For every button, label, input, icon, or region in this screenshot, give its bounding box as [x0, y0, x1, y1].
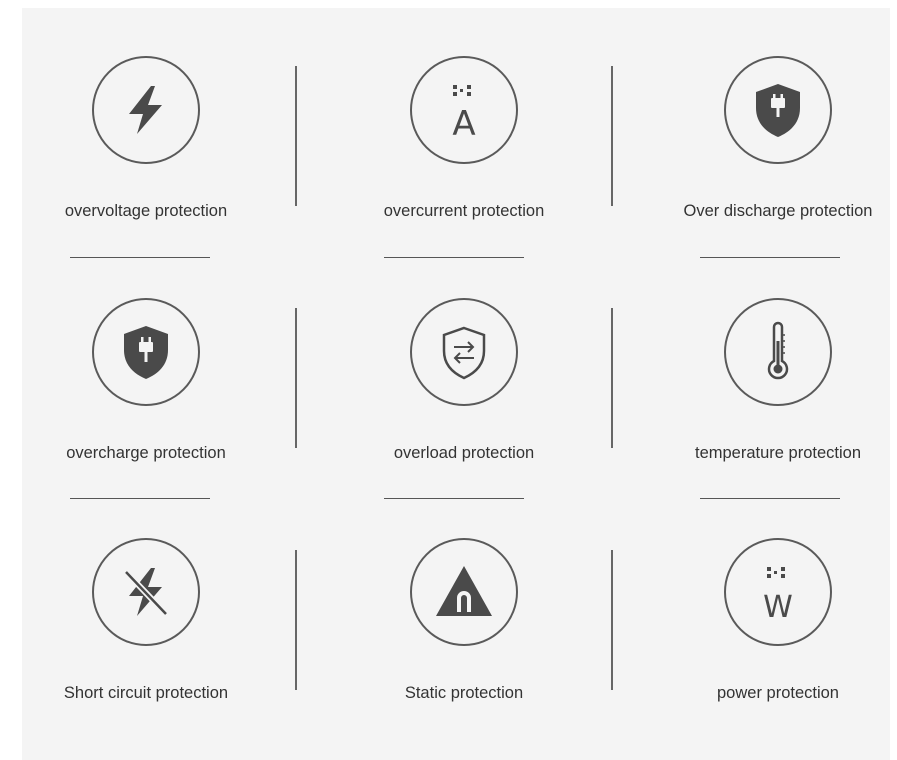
- column-divider: [611, 308, 613, 448]
- feature-label: overcharge protection: [66, 444, 226, 462]
- row-divider: [70, 257, 210, 258]
- feature-temperature: temperature protection: [638, 298, 897, 463]
- row-divider: [70, 498, 210, 499]
- lightning-bolt-icon: [129, 86, 162, 134]
- row-divider: [384, 257, 524, 258]
- thermometer-icon: [767, 321, 789, 380]
- watt-glyph: W: [763, 590, 793, 625]
- feature-overload: overload protection: [324, 298, 604, 463]
- watt-icon: W: [763, 567, 793, 625]
- overload-icon-circle: [410, 298, 518, 406]
- feature-overvoltage: overvoltage protection: [6, 56, 286, 221]
- ampere-icon: A: [452, 85, 476, 144]
- shield-plug-icon: [756, 84, 800, 137]
- feature-power: W power protection: [638, 538, 897, 703]
- feature-over-discharge: Over discharge protection: [638, 56, 897, 221]
- triangle-magnet-icon: [436, 566, 492, 616]
- feature-overcurrent: A overcurrent protection: [324, 56, 604, 221]
- row-divider: [700, 498, 840, 499]
- feature-label: temperature protection: [694, 444, 861, 462]
- over-discharge-icon-circle: [724, 56, 832, 164]
- column-divider: [611, 66, 613, 206]
- short-circuit-icon-circle: [92, 538, 200, 646]
- feature-label: overcurrent protection: [383, 202, 545, 220]
- ampere-glyph: A: [452, 104, 475, 144]
- feature-overcharge: overcharge protection: [6, 298, 286, 463]
- crossed-lightning-icon: [123, 568, 169, 617]
- feature-short-circuit: Short circuit protection: [6, 538, 286, 703]
- shield-arrows-icon: [442, 326, 486, 380]
- power-icon-circle: W: [724, 538, 832, 646]
- feature-static: Static protection: [324, 538, 604, 703]
- overcharge-icon-circle: [92, 298, 200, 406]
- shield-plug-icon: [124, 326, 168, 379]
- feature-label: Over discharge protection: [683, 202, 873, 220]
- feature-label: overvoltage protection: [64, 202, 228, 220]
- column-divider: [295, 550, 297, 690]
- temperature-icon-circle: [724, 298, 832, 406]
- row-divider: [384, 498, 524, 499]
- feature-label: Static protection: [404, 684, 524, 702]
- overvoltage-icon-circle: [92, 56, 200, 164]
- column-divider: [295, 66, 297, 206]
- feature-label: overload protection: [393, 444, 535, 462]
- feature-label: power protection: [717, 684, 839, 702]
- column-divider: [611, 550, 613, 690]
- feature-label: Short circuit protection: [63, 684, 229, 702]
- static-icon-circle: [410, 538, 518, 646]
- row-divider: [700, 257, 840, 258]
- overcurrent-icon-circle: A: [410, 56, 518, 164]
- column-divider: [295, 308, 297, 448]
